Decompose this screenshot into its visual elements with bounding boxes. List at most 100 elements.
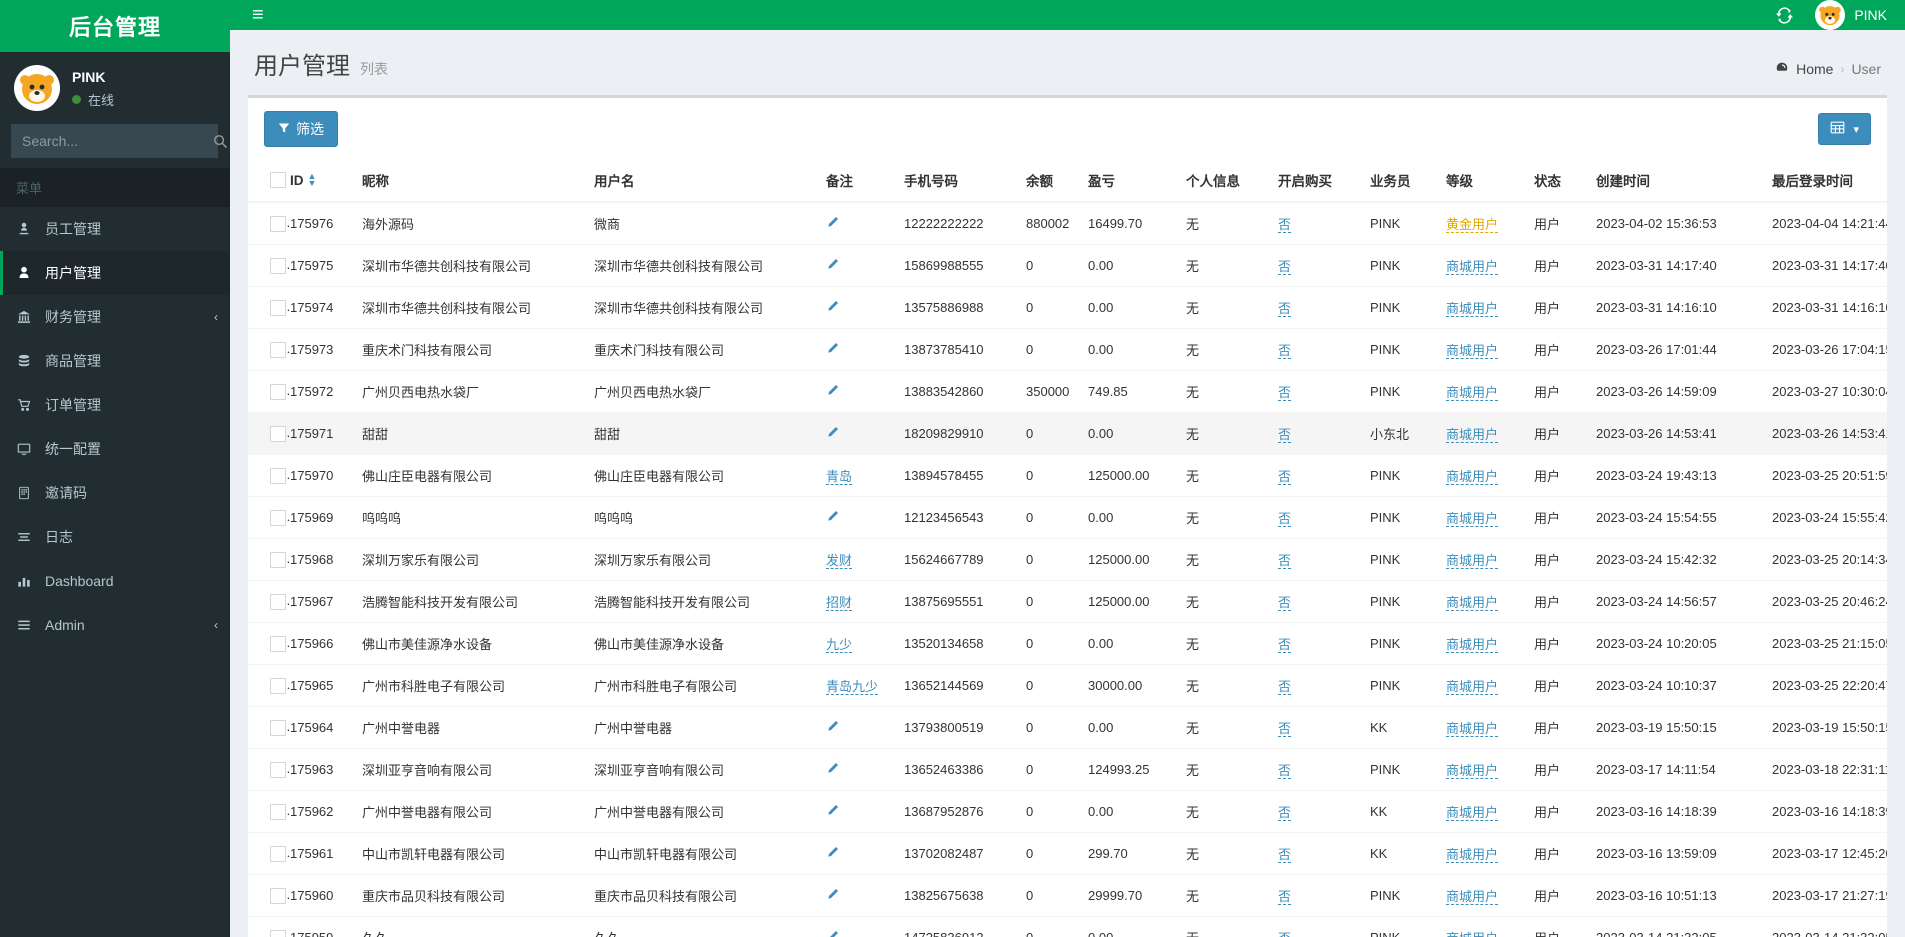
refresh-icon[interactable] bbox=[1776, 7, 1793, 24]
row-level-link[interactable]: 商城用户 bbox=[1446, 931, 1498, 937]
row-buy-toggle[interactable]: 否 bbox=[1278, 637, 1291, 653]
table-row[interactable]: 175960重庆市品贝科技有限公司重庆市品贝科技有限公司138256756380… bbox=[248, 875, 1887, 917]
row-checkbox[interactable] bbox=[270, 930, 286, 937]
table-row[interactable]: 175962广州中誉电器有限公司广州中誉电器有限公司1368795287600.… bbox=[248, 791, 1887, 833]
columns-toggle-button[interactable]: ▾ bbox=[1818, 113, 1871, 145]
header-created[interactable]: 创建时间 bbox=[1596, 159, 1772, 202]
search-button[interactable] bbox=[213, 125, 228, 157]
header-nickname[interactable]: 昵称 bbox=[362, 159, 594, 202]
row-buy-toggle[interactable]: 否 bbox=[1278, 511, 1291, 527]
row-buy-toggle[interactable]: 否 bbox=[1278, 721, 1291, 737]
row-note-link[interactable]: 青岛九少 bbox=[826, 679, 878, 695]
table-row[interactable]: 175970佛山庄臣电器有限公司佛山庄臣电器有限公司青岛138945784550… bbox=[248, 455, 1887, 497]
row-checkbox[interactable] bbox=[270, 510, 286, 526]
sidebar-item-product[interactable]: 商品管理 bbox=[0, 339, 230, 383]
row-checkbox[interactable] bbox=[270, 804, 286, 820]
row-buy-toggle[interactable]: 否 bbox=[1278, 427, 1291, 443]
edit-note-icon[interactable] bbox=[826, 762, 839, 778]
row-buy-toggle[interactable]: 否 bbox=[1278, 847, 1291, 863]
edit-note-icon[interactable] bbox=[826, 930, 839, 937]
row-checkbox[interactable] bbox=[270, 342, 286, 358]
table-row[interactable]: 175965广州市科胜电子有限公司广州市科胜电子有限公司青岛九少13652144… bbox=[248, 665, 1887, 707]
row-buy-toggle[interactable]: 否 bbox=[1278, 889, 1291, 905]
row-level-link[interactable]: 商城用户 bbox=[1446, 511, 1498, 527]
header-state[interactable]: 状态 bbox=[1534, 159, 1596, 202]
edit-note-icon[interactable] bbox=[826, 510, 839, 526]
row-buy-toggle[interactable]: 否 bbox=[1278, 595, 1291, 611]
table-row[interactable]: 175971甜甜甜甜1820982991000.00无否小东北商城用户用户202… bbox=[248, 413, 1887, 455]
table-row[interactable]: 175974深圳市华德共创科技有限公司深圳市华德共创科技有限公司13575886… bbox=[248, 287, 1887, 329]
sidebar-item-employee[interactable]: 员工管理 bbox=[0, 207, 230, 251]
table-row[interactable]: 175961中山市凯轩电器有限公司中山市凯轩电器有限公司137020824870… bbox=[248, 833, 1887, 875]
sidebar-item-finance[interactable]: 财务管理 ‹ bbox=[0, 295, 230, 339]
header-note[interactable]: 备注 bbox=[826, 159, 904, 202]
edit-note-icon[interactable] bbox=[826, 300, 839, 316]
row-note-link[interactable]: 招财 bbox=[826, 595, 852, 611]
row-level-link[interactable]: 黄金用户 bbox=[1446, 217, 1498, 233]
row-checkbox[interactable] bbox=[270, 762, 286, 778]
edit-note-icon[interactable] bbox=[826, 258, 839, 274]
edit-note-icon[interactable] bbox=[826, 342, 839, 358]
hamburger-icon[interactable]: ≡ bbox=[246, 1, 270, 29]
edit-note-icon[interactable] bbox=[826, 846, 839, 862]
row-level-link[interactable]: 商城用户 bbox=[1446, 553, 1498, 569]
table-row[interactable]: 175967浩腾智能科技开发有限公司浩腾智能科技开发有限公司招财13875695… bbox=[248, 581, 1887, 623]
sidebar-item-admin[interactable]: Admin ‹ bbox=[0, 603, 230, 647]
sidebar-item-user[interactable]: 用户管理 bbox=[0, 251, 230, 295]
row-note-link[interactable]: 青岛 bbox=[826, 469, 852, 485]
row-level-link[interactable]: 商城用户 bbox=[1446, 595, 1498, 611]
row-buy-toggle[interactable]: 否 bbox=[1278, 469, 1291, 485]
row-level-link[interactable]: 商城用户 bbox=[1446, 847, 1498, 863]
sidebar-item-invite-code[interactable]: 邀请码 bbox=[0, 471, 230, 515]
row-level-link[interactable]: 商城用户 bbox=[1446, 385, 1498, 401]
row-level-link[interactable]: 商城用户 bbox=[1446, 721, 1498, 737]
edit-note-icon[interactable] bbox=[826, 216, 839, 232]
row-level-link[interactable]: 商城用户 bbox=[1446, 427, 1498, 443]
row-note-link[interactable]: 发财 bbox=[826, 553, 852, 569]
edit-note-icon[interactable] bbox=[826, 426, 839, 442]
edit-note-icon[interactable] bbox=[826, 384, 839, 400]
row-buy-toggle[interactable]: 否 bbox=[1278, 217, 1291, 233]
search-input[interactable] bbox=[12, 133, 213, 149]
header-sales[interactable]: 业务员 bbox=[1370, 159, 1446, 202]
row-level-link[interactable]: 商城用户 bbox=[1446, 763, 1498, 779]
row-checkbox[interactable] bbox=[270, 216, 286, 232]
row-checkbox[interactable] bbox=[270, 678, 286, 694]
header-personal-info[interactable]: 个人信息 bbox=[1186, 159, 1278, 202]
row-note-link[interactable]: 九少 bbox=[826, 637, 852, 653]
row-checkbox[interactable] bbox=[270, 468, 286, 484]
table-row[interactable]: 175968深圳万家乐有限公司深圳万家乐有限公司发财15624667789012… bbox=[248, 539, 1887, 581]
row-level-link[interactable]: 商城用户 bbox=[1446, 301, 1498, 317]
row-level-link[interactable]: 商城用户 bbox=[1446, 469, 1498, 485]
header-balance[interactable]: 余额 bbox=[1026, 159, 1088, 202]
row-buy-toggle[interactable]: 否 bbox=[1278, 805, 1291, 821]
row-buy-toggle[interactable]: 否 bbox=[1278, 301, 1291, 317]
topbar-user[interactable]: PINK bbox=[1815, 0, 1887, 30]
select-all-checkbox[interactable] bbox=[270, 172, 286, 188]
table-row[interactable]: 175973重庆术门科技有限公司重庆术门科技有限公司1387378541000.… bbox=[248, 329, 1887, 371]
row-checkbox[interactable] bbox=[270, 888, 286, 904]
row-buy-toggle[interactable]: 否 bbox=[1278, 385, 1291, 401]
sidebar-item-dashboard[interactable]: Dashboard bbox=[0, 559, 230, 603]
row-level-link[interactable]: 商城用户 bbox=[1446, 889, 1498, 905]
edit-note-icon[interactable] bbox=[826, 720, 839, 736]
row-level-link[interactable]: 商城用户 bbox=[1446, 259, 1498, 275]
row-checkbox[interactable] bbox=[270, 552, 286, 568]
sidebar-item-order[interactable]: 订单管理 bbox=[0, 383, 230, 427]
row-buy-toggle[interactable]: 否 bbox=[1278, 763, 1291, 779]
row-checkbox[interactable] bbox=[270, 384, 286, 400]
breadcrumb-home[interactable]: Home bbox=[1796, 61, 1833, 77]
header-phone[interactable]: 手机号码 bbox=[904, 159, 1026, 202]
edit-note-icon[interactable] bbox=[826, 804, 839, 820]
table-row[interactable]: 175975深圳市华德共创科技有限公司深圳市华德共创科技有限公司15869988… bbox=[248, 245, 1887, 287]
header-id[interactable]: ID ▲▼ bbox=[290, 159, 362, 202]
row-checkbox[interactable] bbox=[270, 426, 286, 442]
filter-button[interactable]: 筛选 bbox=[264, 111, 338, 147]
row-level-link[interactable]: 商城用户 bbox=[1446, 343, 1498, 359]
row-level-link[interactable]: 商城用户 bbox=[1446, 805, 1498, 821]
sidebar-item-config[interactable]: 统一配置 bbox=[0, 427, 230, 471]
row-buy-toggle[interactable]: 否 bbox=[1278, 553, 1291, 569]
table-row[interactable]: 175976海外源码微商1222222222288000216499.70无否P… bbox=[248, 202, 1887, 245]
row-checkbox[interactable] bbox=[270, 720, 286, 736]
row-level-link[interactable]: 商城用户 bbox=[1446, 679, 1498, 695]
